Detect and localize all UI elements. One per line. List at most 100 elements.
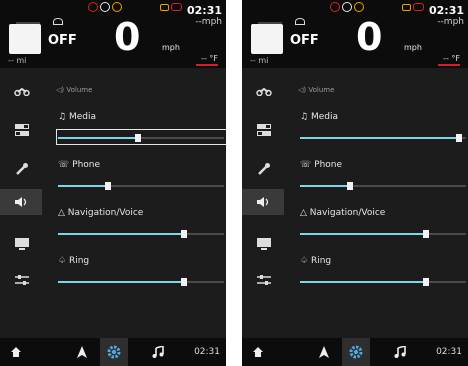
music-note-icon: ♫ bbox=[300, 112, 309, 122]
set-speed: --mph bbox=[437, 17, 464, 27]
slider-thumb[interactable] bbox=[104, 182, 111, 190]
media-label: ♫ Media bbox=[58, 112, 96, 122]
indicator-lights bbox=[160, 2, 182, 14]
toggles-icon bbox=[257, 124, 271, 136]
phone-volume-slider[interactable] bbox=[58, 182, 224, 190]
temperature: -- °F bbox=[201, 54, 218, 63]
slider-thumb[interactable] bbox=[423, 278, 430, 286]
music-button[interactable] bbox=[146, 338, 170, 366]
music-icon bbox=[394, 346, 406, 358]
fuel-icon bbox=[413, 3, 424, 11]
volume-icon: ◁) bbox=[298, 86, 307, 94]
display-icon bbox=[15, 238, 29, 250]
sidebar-item-adjust[interactable] bbox=[6, 267, 38, 293]
home-button[interactable] bbox=[4, 338, 28, 366]
temperature: -- °F bbox=[443, 54, 460, 63]
navigation-volume-slider[interactable] bbox=[300, 230, 466, 238]
slider-thumb[interactable] bbox=[181, 278, 188, 286]
gear-indicator bbox=[251, 24, 283, 54]
engine-warning-icon bbox=[88, 2, 98, 12]
sidebar-item-audio[interactable] bbox=[242, 189, 284, 215]
navigation-icon bbox=[77, 346, 87, 358]
engine-warning-icon bbox=[330, 2, 340, 12]
sidebar-item-toggles[interactable] bbox=[6, 117, 38, 143]
navigation-volume-slider[interactable] bbox=[58, 230, 224, 238]
slider-fill bbox=[300, 185, 350, 187]
home-button[interactable] bbox=[246, 338, 270, 366]
home-icon bbox=[253, 347, 263, 357]
bottom-clock: 02:31 bbox=[194, 347, 220, 357]
toggles-icon bbox=[15, 124, 29, 136]
cruise-state: OFF bbox=[290, 33, 319, 48]
music-note-icon: ♫ bbox=[58, 112, 67, 122]
sidebar bbox=[242, 68, 284, 338]
phone-icon: ☏ bbox=[58, 160, 70, 170]
set-speed: --mph bbox=[195, 17, 222, 27]
slider-fill bbox=[58, 233, 185, 235]
speaker-icon bbox=[257, 197, 269, 207]
phone-volume-slider[interactable] bbox=[300, 182, 466, 190]
slider-thumb[interactable] bbox=[346, 182, 353, 190]
slider-fill bbox=[300, 137, 460, 139]
temperature-bar bbox=[438, 64, 460, 66]
bottom-clock: 02:31 bbox=[436, 347, 462, 357]
ring-label: ♤ Ring bbox=[300, 256, 331, 266]
volume-title-text: Volume bbox=[66, 86, 93, 94]
ring-label: ♤ Ring bbox=[58, 256, 89, 266]
status-header: 02:31 --mph OFF 0 mph -- mi -- °F bbox=[0, 0, 226, 68]
home-icon bbox=[11, 347, 21, 357]
slider-thumb[interactable] bbox=[423, 230, 430, 238]
sidebar-item-toggles[interactable] bbox=[248, 117, 280, 143]
sidebar-item-adjust[interactable] bbox=[248, 267, 280, 293]
phone-label: ☏ Phone bbox=[300, 160, 342, 170]
volume-title: ◁) Volume bbox=[56, 86, 92, 94]
temperature-bar bbox=[196, 64, 218, 66]
clock: 02:31 bbox=[428, 4, 464, 17]
fuel-icon bbox=[171, 3, 182, 11]
slider-thumb[interactable] bbox=[181, 230, 188, 238]
bottom-nav: 02:31 bbox=[0, 338, 226, 366]
sidebar-item-display[interactable] bbox=[6, 231, 38, 257]
oil-icon bbox=[112, 2, 122, 12]
settings-button[interactable] bbox=[100, 338, 128, 366]
cruise-control-icon bbox=[295, 18, 305, 25]
warning-lights bbox=[330, 2, 364, 14]
ring-volume-slider[interactable] bbox=[300, 278, 466, 286]
slider-fill bbox=[300, 281, 427, 283]
media-volume-slider[interactable] bbox=[300, 134, 466, 142]
navigation-voice-label: △ Navigation/Voice bbox=[58, 208, 143, 218]
settings-button[interactable] bbox=[342, 338, 370, 366]
battery-icon bbox=[160, 4, 169, 11]
sidebar-item-service[interactable] bbox=[248, 156, 280, 182]
navigation-voice-label-text: Navigation/Voice bbox=[309, 208, 386, 218]
infotainment-screen: 02:31 --mph OFF 0 mph -- mi -- °F ◁) Vol… bbox=[242, 0, 468, 366]
navigation-button[interactable] bbox=[312, 338, 336, 366]
phone-icon: ☏ bbox=[300, 160, 312, 170]
ring-volume-slider[interactable] bbox=[58, 278, 224, 286]
volume-icon: ◁) bbox=[56, 86, 65, 94]
speed-unit: mph bbox=[162, 43, 180, 52]
slider-fill bbox=[300, 233, 427, 235]
slider-thumb[interactable] bbox=[456, 134, 463, 142]
media-label-text: Media bbox=[68, 112, 96, 122]
bottom-nav: 02:31 bbox=[242, 338, 468, 366]
media-label-text: Media bbox=[310, 112, 338, 122]
media-volume-slider[interactable] bbox=[58, 134, 224, 142]
music-button[interactable] bbox=[388, 338, 412, 366]
music-icon bbox=[152, 346, 164, 358]
battery-icon bbox=[402, 4, 411, 11]
wrench-icon bbox=[16, 163, 28, 175]
phone-label-text: Phone bbox=[314, 160, 343, 170]
speaker-icon bbox=[15, 197, 27, 207]
phone-label: ☏ Phone bbox=[58, 160, 100, 170]
cruise-control-icon bbox=[53, 18, 63, 25]
sidebar-item-display[interactable] bbox=[248, 231, 280, 257]
navigation-button[interactable] bbox=[70, 338, 94, 366]
sidebar-item-audio[interactable] bbox=[0, 189, 42, 215]
slider-thumb[interactable] bbox=[134, 134, 141, 142]
sidebar-item-vehicle[interactable] bbox=[248, 78, 280, 104]
sidebar-item-service[interactable] bbox=[6, 156, 38, 182]
motorcycle-icon bbox=[256, 87, 272, 96]
sidebar-item-vehicle[interactable] bbox=[6, 78, 38, 104]
volume-title-text: Volume bbox=[308, 86, 335, 94]
